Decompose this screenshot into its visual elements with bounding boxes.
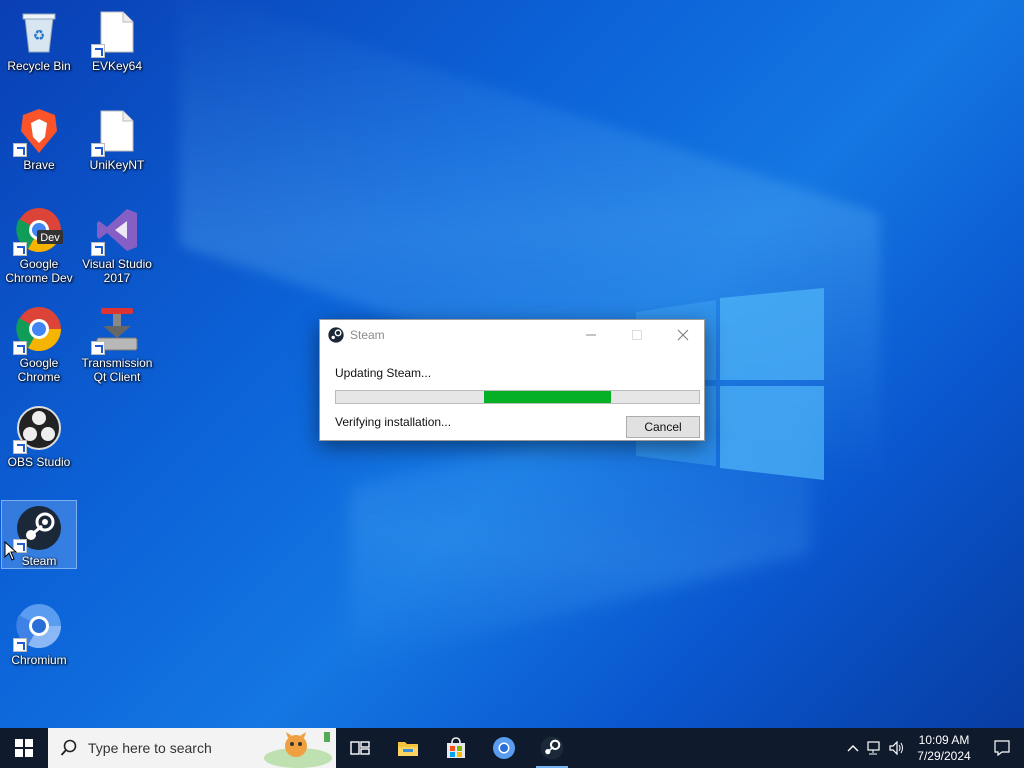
minimize-icon: [586, 334, 596, 336]
taskbar: Type here to search 10:09 AM 7/29/2024: [0, 728, 1024, 768]
close-button[interactable]: [660, 320, 706, 350]
notification-center-button[interactable]: [980, 728, 1024, 768]
desktop-icon-label: Steam: [21, 554, 57, 568]
mouse-cursor-icon: [4, 541, 18, 561]
clock-time: 10:09 AM: [918, 733, 970, 747]
update-detail-text: Verifying installation...: [335, 415, 452, 429]
taskbar-clock[interactable]: 10:09 AM 7/29/2024: [908, 732, 980, 764]
svg-text:♻: ♻: [33, 28, 46, 44]
taskbar-microsoft-store[interactable]: [432, 728, 480, 768]
volume-button[interactable]: [886, 728, 908, 768]
desktop-icon-chromium[interactable]: Chromium: [1, 598, 77, 694]
desktop-icon-label: EVKey64: [91, 59, 143, 73]
steam-icon: [13, 505, 63, 553]
desktop-icon-label: Visual Studio 2017: [82, 257, 152, 285]
clock-date: 7/29/2024: [917, 749, 971, 763]
notifications-icon: [994, 740, 1010, 756]
desktop-icon-unikeynt[interactable]: UniKeyNT: [79, 103, 155, 199]
task-view-icon: [350, 741, 370, 755]
file-icon: [91, 8, 141, 58]
desktop-icon-label: Chromium: [11, 653, 67, 667]
search-highlight-icon: [264, 732, 332, 768]
close-icon: [677, 329, 689, 341]
maximize-button: [614, 320, 660, 350]
desktop-icon-recycle-bin[interactable]: ♻ Recycle Bin: [1, 4, 77, 100]
desktop-icon-label: Google Chrome: [17, 356, 61, 384]
taskbar-file-explorer[interactable]: [384, 728, 432, 768]
desktop-icon-label: Brave: [23, 158, 55, 172]
desktop-icon-label: UniKeyNT: [89, 158, 145, 172]
recycle-bin-icon: ♻: [15, 8, 63, 56]
shortcut-arrow-icon: [91, 143, 105, 157]
network-icon: [867, 741, 880, 755]
chrome-icon: [13, 305, 63, 355]
shortcut-arrow-icon: [91, 242, 105, 256]
progress-fill: [484, 391, 611, 403]
update-progress-bar: [335, 390, 700, 404]
cancel-button[interactable]: Cancel: [626, 416, 700, 438]
taskbar-search-box[interactable]: Type here to search: [48, 728, 336, 768]
desktop-icon-visual-studio-2017[interactable]: Visual Studio 2017: [79, 202, 155, 298]
desktop-icon-label: Google Chrome Dev: [5, 257, 73, 285]
shortcut-arrow-icon: [13, 242, 27, 256]
shortcut-arrow-icon: [91, 341, 105, 355]
steam-icon: [328, 327, 344, 343]
desktop-icon-label: OBS Studio: [7, 455, 71, 469]
desktop-icon-google-chrome-dev[interactable]: Dev Google Chrome Dev: [1, 202, 77, 298]
desktop-icon-label: Recycle Bin: [7, 59, 71, 73]
show-hidden-icons-button[interactable]: [842, 728, 864, 768]
visual-studio-icon: [91, 206, 141, 256]
desktop-icon-obs-studio[interactable]: OBS Studio: [1, 400, 77, 496]
speaker-icon: [889, 741, 903, 755]
microsoft-store-icon: [447, 737, 465, 758]
start-button[interactable]: [0, 728, 48, 768]
network-button[interactable]: [864, 728, 886, 768]
search-placeholder: Type here to search: [88, 740, 212, 756]
file-icon: [91, 107, 141, 157]
shortcut-arrow-icon: [13, 341, 27, 355]
dialog-title: Steam: [350, 328, 385, 342]
shortcut-arrow-icon: [13, 440, 27, 454]
steam-update-dialog: Steam Updating Steam... Verifying instal…: [319, 319, 705, 441]
transmission-icon: [91, 305, 141, 355]
chrome-dev-icon: Dev: [13, 206, 63, 256]
taskbar-steam[interactable]: [528, 728, 576, 768]
task-view-button[interactable]: [336, 728, 384, 768]
shortcut-arrow-icon: [91, 44, 105, 58]
obs-icon: [13, 404, 63, 454]
chromium-icon: [493, 737, 515, 759]
desktop-icon-transmission-qt-client[interactable]: Transmission Qt Client: [79, 301, 155, 397]
search-icon: [60, 739, 77, 756]
dialog-titlebar[interactable]: Steam: [320, 320, 704, 350]
file-explorer-icon: [398, 742, 418, 756]
desktop-icon-evkey64[interactable]: EVKey64: [79, 4, 155, 100]
brave-icon: [13, 107, 63, 157]
update-status-text: Updating Steam...: [335, 366, 432, 380]
steam-icon: [540, 736, 564, 760]
windows-start-icon: [15, 739, 33, 757]
taskbar-chromium[interactable]: [480, 728, 528, 768]
svg-text:Dev: Dev: [40, 232, 60, 244]
minimize-button[interactable]: [568, 320, 614, 350]
system-tray: 10:09 AM 7/29/2024: [842, 728, 1024, 768]
maximize-icon: [632, 330, 642, 340]
chromium-icon: [13, 602, 63, 652]
desktop-icon-brave[interactable]: Brave: [1, 103, 77, 199]
desktop-icon-label: Transmission Qt Client: [81, 356, 153, 384]
chevron-up-icon: [847, 745, 859, 752]
desktop-icon-google-chrome[interactable]: Google Chrome: [1, 301, 77, 397]
shortcut-arrow-icon: [13, 143, 27, 157]
shortcut-arrow-icon: [13, 638, 27, 652]
